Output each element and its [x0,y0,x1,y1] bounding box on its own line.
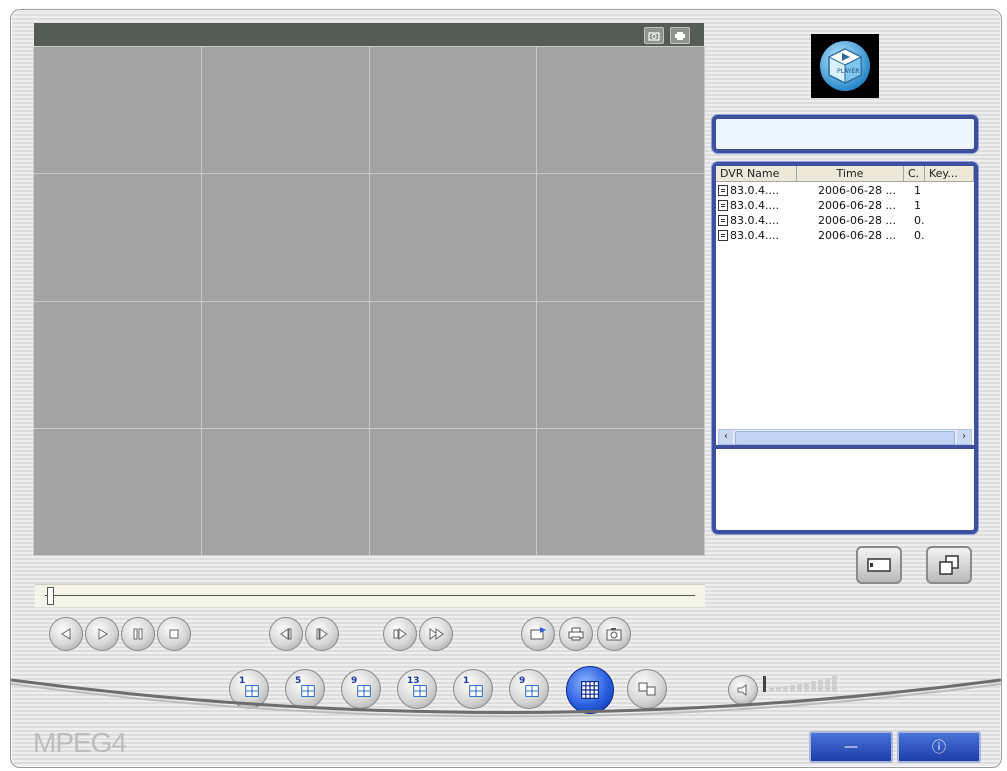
list-item[interactable]: 83.0.4.... 2006-06-28 ... 1 [718,198,974,213]
step-forward-icon [316,628,328,640]
fast-forward-button[interactable] [419,617,453,651]
step-back-button[interactable] [269,617,303,651]
list-item[interactable]: 83.0.4.... 2006-06-28 ... 0. [718,213,974,228]
video-cell[interactable] [536,427,705,557]
video-cell[interactable] [200,427,370,557]
step-back-icon [280,628,292,640]
printer-icon[interactable] [670,27,690,44]
file-icon [718,185,728,196]
video-cell[interactable] [200,300,370,429]
list-item[interactable]: 83.0.4.... 2006-06-28 ... 0. [718,228,974,243]
fast-forward-icon [429,628,444,640]
horizontal-scrollbar[interactable]: ‹ › [718,429,972,445]
player-cube-icon: PLAYER [820,41,870,91]
minimize-button[interactable]: — [809,731,893,763]
video-cell[interactable] [368,300,538,429]
video-cell[interactable] [368,427,538,557]
slow-button[interactable] [383,617,417,651]
camera-icon[interactable] [644,27,664,44]
single-view-button[interactable] [856,546,902,584]
step-forward-button[interactable] [305,617,339,651]
play-button[interactable] [85,617,119,651]
svg-text:PLAYER: PLAYER [837,68,859,75]
video-cell[interactable] [200,173,370,302]
pause-icon [133,628,143,640]
brand-label: MPEG4 [33,727,127,758]
title-display [712,115,978,153]
video-cell[interactable] [200,45,370,175]
video-cell[interactable] [536,173,705,302]
copy-windows-icon [939,555,959,575]
video-grid [33,45,705,557]
pause-button[interactable] [121,617,155,651]
scroll-left-icon[interactable]: ‹ [719,430,733,444]
seek-bar[interactable] [35,584,705,607]
stop-icon [169,629,179,639]
video-cell[interactable] [536,45,705,175]
slow-play-icon [393,628,407,640]
rewind-button[interactable] [49,617,83,651]
play-icon [98,628,108,640]
video-titlebar [34,23,704,47]
export-icon [530,627,546,640]
video-cell[interactable] [33,300,202,429]
file-icon [718,215,728,226]
list-header: DVR Name Time C. Key... [716,166,974,182]
copy-window-button[interactable] [926,546,972,584]
scroll-thumb[interactable] [735,431,955,445]
seek-thumb[interactable] [47,587,54,605]
seek-track [45,595,695,596]
video-cell[interactable] [33,45,202,175]
column-header-time[interactable]: Time [797,166,904,181]
video-cell[interactable] [368,173,538,302]
video-cell[interactable] [536,300,705,429]
export-button[interactable] [521,617,555,651]
stop-button[interactable] [157,617,191,651]
rewind-icon [61,628,71,640]
player-logo: PLAYER [811,34,879,98]
scroll-right-icon[interactable]: › [957,430,971,444]
file-list-rows: 83.0.4.... 2006-06-28 ... 1 83.0.4.... 2… [718,183,974,243]
camera-icon [606,628,622,641]
snapshot-button[interactable] [597,617,631,651]
file-list-panel: DVR Name Time C. Key... 83.0.4.... 2006-… [712,162,978,534]
video-cell[interactable] [33,173,202,302]
rectangle-icon [867,558,891,572]
column-header-key[interactable]: Key... [925,166,974,181]
column-header-dvr-name[interactable]: DVR Name [716,166,797,181]
list-item[interactable]: 83.0.4.... 2006-06-28 ... 1 [718,183,974,198]
video-cell[interactable] [33,427,202,557]
printer-icon [568,627,584,641]
panel-divider [716,445,974,449]
app-window: PLAYER DVR Name Time C. Key... 83.0.4...… [10,9,1002,768]
column-header-c[interactable]: C. [904,166,925,181]
video-cell[interactable] [368,45,538,175]
print-button[interactable] [559,617,593,651]
power-button[interactable]: ⓘ [897,731,981,763]
file-icon [718,230,728,241]
file-icon [718,200,728,211]
